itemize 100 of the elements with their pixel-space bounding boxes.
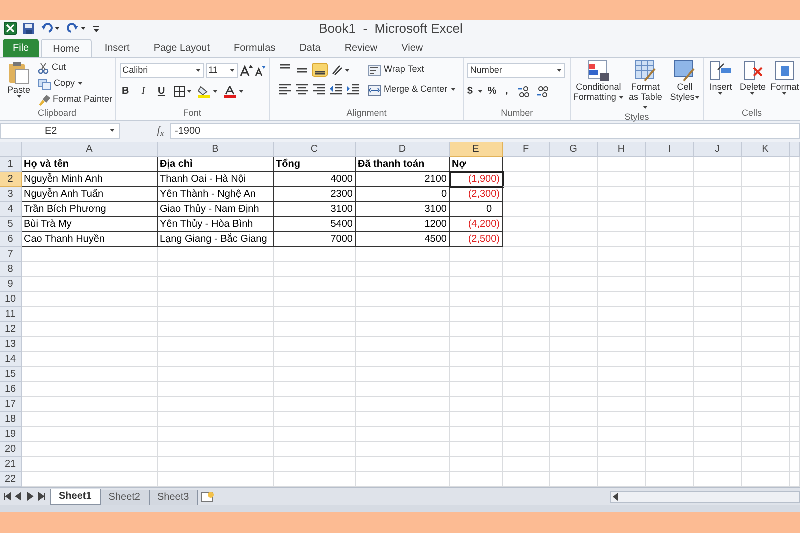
format-as-table-button[interactable]: Format as Table (626, 60, 665, 112)
row-header[interactable]: 15 (0, 367, 22, 382)
column-header[interactable]: F (503, 142, 550, 157)
format-cells-icon (774, 60, 796, 82)
sheet-navigation-icon[interactable] (4, 492, 48, 501)
row-header[interactable]: 2 (0, 172, 22, 187)
font-size-dropdown[interactable]: 11 (206, 63, 238, 78)
row-header[interactable]: 17 (0, 397, 22, 412)
comma-style-button[interactable]: , (502, 84, 512, 99)
empty-cell (790, 337, 800, 352)
conditional-formatting-button[interactable]: Conditional Formatting (572, 60, 624, 112)
excel-logo-icon[interactable] (4, 22, 17, 35)
fill-color-icon[interactable] (198, 86, 218, 98)
borders-icon[interactable] (174, 86, 192, 97)
ribbon-tab[interactable]: Page Layout (142, 39, 221, 57)
decrease-decimal-icon[interactable] (536, 86, 550, 98)
decrease-indent-icon[interactable] (329, 83, 344, 95)
row-header[interactable]: 9 (0, 277, 22, 292)
insert-button[interactable]: Insert (706, 60, 736, 108)
format-button[interactable]: Format (770, 60, 800, 108)
customize-toolbar-icon[interactable] (93, 24, 100, 34)
shrink-font-icon[interactable] (254, 64, 266, 76)
redo-icon[interactable] (67, 23, 87, 34)
ribbon-tab[interactable]: Home (41, 39, 92, 58)
formula-input[interactable]: -1900 (170, 123, 800, 139)
row-header[interactable]: 13 (0, 337, 22, 352)
sheet-tab[interactable]: Sheet3 (150, 490, 198, 505)
column-header[interactable]: B (158, 142, 274, 157)
new-sheet-icon[interactable] (200, 490, 216, 502)
row-header[interactable]: 1 (0, 157, 22, 172)
bottom-align-icon[interactable] (312, 63, 328, 77)
increase-decimal-icon[interactable] (516, 86, 531, 98)
column-header[interactable]: J (694, 142, 742, 157)
ribbon-tab[interactable]: Review (334, 39, 389, 57)
ribbon-tab[interactable]: Data (288, 39, 332, 57)
delete-button[interactable]: Delete (738, 60, 768, 108)
empty-cell (742, 307, 790, 322)
percent-button[interactable]: % (488, 84, 497, 99)
ribbon-tab[interactable]: Insert (94, 39, 141, 57)
column-header[interactable]: H (598, 142, 646, 157)
font-family-dropdown[interactable]: Calibri (120, 63, 204, 78)
column-header[interactable]: G (550, 142, 598, 157)
row-header[interactable]: 11 (0, 307, 22, 322)
orientation-icon[interactable] (331, 63, 352, 77)
row-header[interactable]: 5 (0, 217, 22, 232)
sheet-tab[interactable]: Sheet1 (50, 489, 101, 505)
insert-function-button[interactable]: f$_{x}$ (157, 122, 164, 140)
table-cell: Nợ (450, 157, 503, 172)
empty-cell (646, 397, 694, 412)
empty-cell (550, 397, 598, 412)
row-header[interactable]: 19 (0, 427, 22, 442)
column-header[interactable]: I (646, 142, 694, 157)
row-header[interactable]: 4 (0, 202, 22, 217)
font-color-icon[interactable] (224, 86, 244, 98)
column-header[interactable]: E (450, 142, 503, 157)
column-header[interactable]: A (22, 142, 158, 157)
row-header[interactable]: 7 (0, 247, 22, 262)
underline-button[interactable]: U (156, 84, 168, 99)
column-header[interactable]: D (356, 142, 450, 157)
name-box[interactable]: E2 (0, 123, 120, 139)
column-header[interactable]: C (274, 142, 356, 157)
row-header[interactable]: 20 (0, 442, 22, 457)
row-header[interactable]: 8 (0, 262, 22, 277)
row-header[interactable]: 16 (0, 382, 22, 397)
row-header[interactable]: 10 (0, 292, 22, 307)
ribbon-tab[interactable]: Formulas (223, 39, 287, 57)
row-header[interactable]: 3 (0, 187, 22, 202)
cell-styles-button[interactable]: Cell Styles (666, 60, 703, 112)
row-header[interactable]: 21 (0, 457, 22, 472)
copy-button[interactable]: Copy (38, 77, 113, 91)
italic-button[interactable]: I (138, 84, 150, 99)
cut-button[interactable]: Cut (38, 61, 113, 75)
ribbon-tab[interactable]: View (390, 39, 434, 57)
row-header[interactable]: 12 (0, 322, 22, 337)
row-header[interactable]: 22 (0, 472, 22, 487)
format-painter-button[interactable]: Format Painter (38, 93, 113, 107)
align-right-icon[interactable] (312, 83, 326, 95)
number-format-dropdown[interactable]: Number (467, 63, 566, 78)
row-header[interactable]: 18 (0, 412, 22, 427)
currency-button[interactable]: $ (467, 84, 473, 99)
row-header[interactable]: 6 (0, 232, 22, 247)
merge-center-button[interactable]: Merge & Center (368, 83, 456, 97)
empty-cell (598, 202, 646, 217)
center-icon[interactable] (295, 83, 310, 95)
empty-cell (646, 427, 694, 442)
save-icon[interactable] (23, 22, 35, 34)
wrap-text-button[interactable]: Wrap Text (368, 63, 456, 77)
sheet-tab[interactable]: Sheet2 (100, 490, 150, 505)
column-header[interactable]: K (742, 142, 790, 157)
undo-icon[interactable] (41, 23, 61, 34)
bold-button[interactable]: B (120, 84, 132, 99)
increase-indent-icon[interactable] (346, 83, 360, 95)
file-tab[interactable]: File (3, 39, 40, 57)
paste-button[interactable]: Paste (4, 61, 34, 108)
horizontal-scrollbar[interactable] (610, 490, 800, 502)
scroll-left-icon[interactable] (611, 492, 621, 500)
row-header[interactable]: 14 (0, 352, 22, 367)
grow-font-icon[interactable] (240, 64, 253, 76)
caret-icon (230, 68, 235, 72)
align-left-icon[interactable] (278, 83, 292, 95)
